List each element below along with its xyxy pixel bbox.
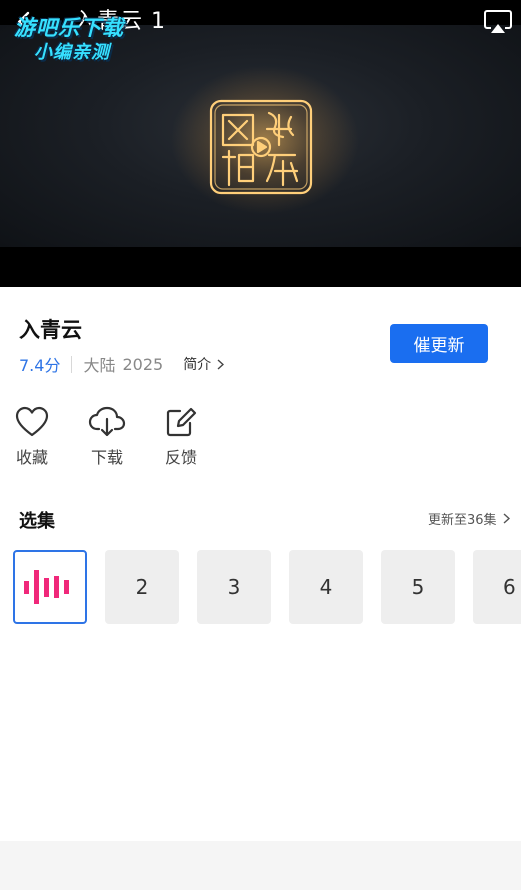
meta-divider [71, 355, 73, 373]
episodes-update-link[interactable]: 更新至36集 [428, 509, 510, 528]
episode-tile-2[interactable]: 2 [105, 550, 179, 624]
download-label: 下载 [90, 448, 123, 467]
equalizer-bars-icon [24, 570, 69, 604]
region: 大陆 [83, 356, 116, 375]
favorite-button[interactable]: 收藏 [7, 406, 57, 468]
show-meta: 7.4分 大陆 2025 简介 [19, 353, 225, 375]
score: 7.4分 [19, 356, 61, 375]
feedback-button[interactable]: 反馈 [156, 406, 206, 468]
download-button[interactable]: 下载 [82, 406, 132, 468]
update-status: 更新至36集 [428, 513, 497, 528]
show-title: 入青云 [19, 318, 82, 342]
episode-tile-6[interactable]: 6 [473, 550, 521, 624]
bottom-area [0, 841, 521, 890]
episode-tile-3[interactable]: 3 [197, 550, 271, 624]
episode-tile-1[interactable] [13, 550, 87, 624]
chevron-right-icon [217, 358, 225, 370]
watermark: 游吧乐下载 小编亲测 [8, 10, 148, 64]
airplay-icon[interactable] [482, 8, 514, 36]
episode-tile-4[interactable]: 4 [289, 550, 363, 624]
urge-update-button[interactable]: 催更新 [390, 324, 488, 363]
network-video-seal-logo [209, 99, 313, 195]
favorite-label: 收藏 [15, 448, 48, 467]
chevron-right-icon [503, 513, 510, 524]
edit-feedback-icon [166, 407, 197, 437]
intro-label: 简介 [183, 357, 212, 373]
episodes-heading: 选集 [19, 511, 55, 532]
intro-link[interactable]: 简介 [183, 354, 225, 374]
video-player[interactable]: 入青云 1 游吧乐下载 小编亲测 [0, 0, 521, 287]
heart-icon [15, 406, 49, 437]
cloud-download-icon [88, 406, 126, 437]
episode-tile-5[interactable]: 5 [381, 550, 455, 624]
year: 2025 [122, 354, 164, 374]
watermark-line2: 小编亲测 [34, 42, 110, 63]
feedback-label: 反馈 [164, 448, 197, 467]
